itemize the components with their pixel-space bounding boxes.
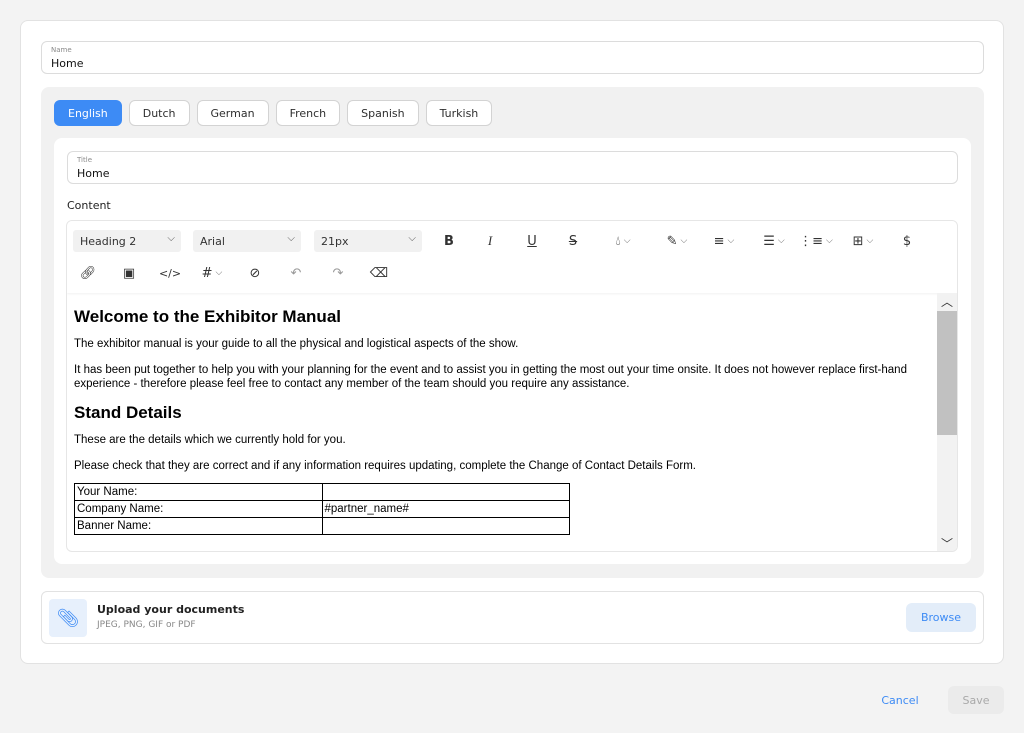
bold-button[interactable]: B	[439, 231, 459, 251]
editor-toolbar: Heading 2 ⌵ Arial ⌵ 21px ⌵ B I U S 💧︎ ⌵ …	[67, 221, 957, 293]
chevron-down-icon: ⌵	[167, 233, 175, 244]
doc-heading-welcome: Welcome to the Exhibitor Manual	[74, 307, 341, 326]
paperclip-icon: 📎︎	[49, 599, 87, 637]
title-field-label: Title	[77, 156, 93, 164]
table-cell: Your Name:	[74, 483, 323, 501]
numbered-list-icon: ⋮≡	[799, 233, 824, 249]
font-family-value: Arial	[200, 234, 225, 248]
currency-value: $	[902, 233, 912, 249]
upload-documents-area: 📎︎ Upload your documents JPEG, PNG, GIF …	[41, 591, 984, 644]
chevron-down-icon: ⌵	[727, 236, 735, 246]
stand-details-table: Your Name: Company Name: #partner_name# …	[74, 483, 570, 535]
doc-paragraph: The exhibitor manual is your guide to al…	[74, 338, 519, 350]
font-family-select[interactable]: Arial ⌵	[193, 230, 301, 252]
scroll-up-icon[interactable]: ︿	[937, 293, 957, 309]
rich-text-editor: Heading 2 ⌵ Arial ⌵ 21px ⌵ B I U S 💧︎ ⌵ …	[66, 220, 958, 552]
hash-icon: #	[201, 265, 213, 281]
image-icon: ▣	[122, 265, 136, 281]
image-button[interactable]: ▣	[119, 263, 139, 283]
name-field-label: Name	[51, 46, 72, 54]
tab-dutch[interactable]: Dutch	[128, 100, 190, 126]
table-icon: ⊞	[852, 233, 864, 249]
language-tabs: English Dutch German French Spanish Turk…	[54, 100, 493, 126]
upload-subtitle: JPEG, PNG, GIF or PDF	[97, 620, 196, 630]
text-color-button[interactable]: 💧︎ ⌵	[605, 231, 641, 251]
font-size-select[interactable]: 21px ⌵	[314, 230, 422, 252]
tab-german[interactable]: German	[196, 100, 269, 126]
numbered-list-button[interactable]: ⋮≡ ⌵	[799, 231, 833, 251]
name-field[interactable]: Name Home	[41, 41, 984, 74]
tab-french[interactable]: French	[275, 100, 341, 126]
code-button[interactable]: </>	[159, 263, 181, 283]
currency-button[interactable]: $	[897, 231, 917, 251]
highlight-color-button[interactable]: ✎ ⌵	[659, 231, 695, 251]
doc-paragraph: These are the details which we currently…	[74, 434, 346, 446]
font-size-value: 21px	[321, 234, 349, 248]
language-panel: English Dutch German French Spanish Turk…	[41, 87, 984, 578]
block-format-value: Heading 2	[80, 234, 137, 248]
table-cell: #partner_name#	[321, 500, 570, 518]
doc-heading-stand-details: Stand Details	[74, 403, 182, 422]
redo-icon: ↷	[332, 265, 344, 281]
chevron-down-icon: ⌵	[623, 236, 631, 246]
table-cell: Banner Name:	[74, 517, 323, 535]
preview-toggle-button[interactable]: ⊘	[245, 263, 265, 283]
title-field-value[interactable]: Home	[77, 167, 109, 180]
chevron-down-icon: ⌵	[408, 233, 416, 244]
bullet-list-button[interactable]: ☰ ⌵	[757, 231, 791, 251]
link-icon: 🔗︎	[79, 265, 97, 281]
italic-button[interactable]: I	[480, 231, 500, 251]
table-row: Company Name: #partner_name#	[74, 500, 570, 518]
tab-english[interactable]: English	[54, 100, 122, 126]
chevron-down-icon: ⌵	[215, 268, 223, 278]
table-row: Banner Name:	[74, 517, 570, 535]
redo-button[interactable]: ↷	[328, 263, 348, 283]
save-button[interactable]: Save	[948, 686, 1004, 714]
eraser-icon: ⌫	[369, 265, 389, 281]
brush-icon: ✎	[666, 233, 678, 249]
table-cell	[321, 517, 570, 535]
editor-scrollbar[interactable]: ︿ ﹀	[937, 293, 957, 551]
align-left-icon: ≡	[713, 233, 725, 249]
underline-button[interactable]: U	[522, 231, 542, 251]
doc-paragraph: Please check that they are correct and i…	[74, 460, 696, 472]
chevron-down-icon: ⌵	[866, 236, 874, 246]
chevron-down-icon: ⌵	[680, 236, 688, 246]
bullet-list-icon: ☰	[763, 233, 775, 249]
chevron-down-icon: ⌵	[287, 233, 295, 244]
block-format-select[interactable]: Heading 2 ⌵	[73, 230, 181, 252]
merge-tag-button[interactable]: # ⌵	[198, 263, 226, 283]
eye-off-icon: ⊘	[249, 265, 261, 281]
name-field-value[interactable]: Home	[51, 57, 83, 70]
chevron-down-icon: ⌵	[826, 236, 833, 246]
chevron-down-icon: ⌵	[777, 236, 785, 246]
table-cell	[321, 483, 570, 501]
tab-spanish[interactable]: Spanish	[347, 100, 419, 126]
table-row: Your Name:	[74, 483, 570, 501]
droplet-icon: 💧︎	[615, 233, 621, 249]
clear-format-button[interactable]: ⌫	[369, 263, 389, 283]
doc-paragraph: It has been put together to help you wit…	[74, 364, 907, 390]
edit-page-card: Name Home English Dutch German French Sp…	[20, 20, 1004, 664]
align-button[interactable]: ≡ ⌵	[709, 231, 739, 251]
browse-button[interactable]: Browse	[906, 603, 976, 632]
undo-icon: ↶	[290, 265, 302, 281]
strikethrough-button[interactable]: S	[563, 231, 583, 251]
content-label: Content	[67, 199, 111, 212]
scrollbar-thumb[interactable]	[937, 311, 957, 435]
code-icon: </>	[158, 266, 182, 280]
table-button[interactable]: ⊞ ⌵	[849, 231, 877, 251]
undo-button[interactable]: ↶	[286, 263, 306, 283]
title-field[interactable]: Title Home	[67, 151, 958, 184]
editor-document[interactable]: Welcome to the Exhibitor Manual The exhi…	[67, 293, 937, 551]
upload-title: Upload your documents	[97, 603, 245, 616]
table-cell: Company Name:	[74, 500, 323, 518]
language-content-panel: Title Home Content Heading 2 ⌵ Arial ⌵ 2…	[54, 138, 971, 564]
cancel-button[interactable]: Cancel	[870, 686, 930, 714]
scroll-down-icon[interactable]: ﹀	[937, 535, 957, 551]
tab-turkish[interactable]: Turkish	[425, 100, 493, 126]
link-button[interactable]: 🔗︎	[78, 263, 98, 283]
